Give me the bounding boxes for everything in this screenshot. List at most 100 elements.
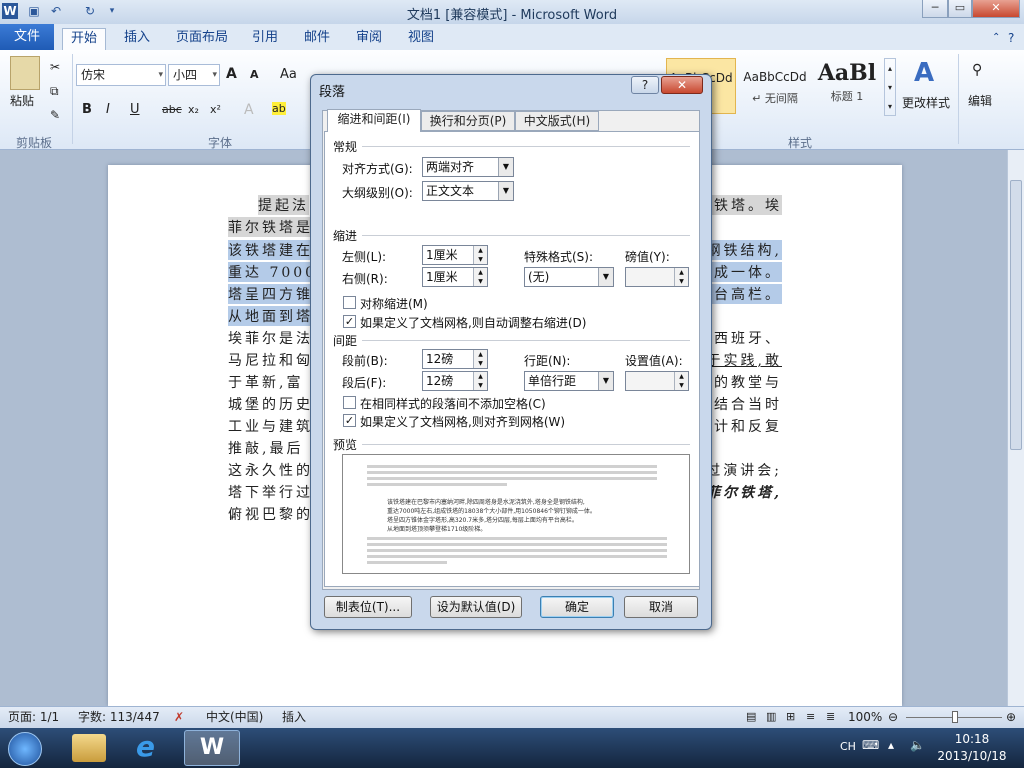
line-spacing-at-input[interactable]: ▲ ▼: [625, 371, 689, 391]
dialog-help-button[interactable]: ?: [631, 76, 659, 94]
start-button[interactable]: [8, 732, 42, 766]
minimize-button[interactable]: ─: [922, 0, 948, 18]
doc-line-right[interactable]: 于实践,敢: [707, 350, 782, 370]
language-indicator[interactable]: 中文(中国): [206, 707, 263, 727]
copy-icon[interactable]: ⧉: [50, 84, 59, 99]
spinner-icon[interactable]: ▲ ▼: [473, 350, 487, 368]
doc-line-left[interactable]: 该铁塔建在: [228, 240, 313, 260]
doc-line-left[interactable]: 推敲,最后: [228, 438, 303, 458]
indent-by-input[interactable]: ▲ ▼: [625, 267, 689, 287]
ok-button[interactable]: 确定: [540, 596, 614, 618]
close-button[interactable]: ✕: [972, 0, 1020, 18]
ie-icon[interactable]: e: [136, 732, 168, 762]
view-print-layout-icon[interactable]: ▤: [746, 707, 756, 727]
clock-date[interactable]: 2013/10/18: [936, 749, 1008, 763]
doc-line-left[interactable]: 提起法: [258, 195, 309, 215]
change-styles-label[interactable]: 更改样式: [902, 94, 950, 111]
highlight-icon[interactable]: ab: [272, 102, 286, 115]
auto-adjust-indent-checkbox[interactable]: ✓: [343, 315, 356, 328]
cut-icon[interactable]: ✂: [50, 60, 60, 74]
explorer-icon[interactable]: [72, 734, 106, 762]
paste-icon[interactable]: [10, 56, 40, 90]
change-case-button[interactable]: Aa: [280, 67, 297, 82]
doc-line-left[interactable]: 菲尔铁塔是: [228, 217, 313, 237]
tab-indents-spacing[interactable]: 缩进和间距(I): [327, 109, 421, 132]
mirror-indents-checkbox[interactable]: [343, 296, 356, 309]
zoom-in-icon[interactable]: ⊕: [1006, 707, 1016, 727]
keyboard-icon[interactable]: ⌨: [862, 738, 879, 752]
alignment-select[interactable]: 两端对齐 ▼: [422, 157, 514, 177]
paste-label[interactable]: 粘贴: [10, 92, 34, 109]
left-indent-input[interactable]: 1厘米 ▲ ▼: [422, 245, 488, 265]
doc-line-right[interactable]: 计和反复: [714, 416, 782, 436]
view-draft-icon[interactable]: ≣: [826, 707, 835, 727]
tab-line-page-breaks[interactable]: 换行和分页(P): [421, 111, 515, 131]
tab-view[interactable]: 视图: [400, 28, 442, 50]
strikethrough-button[interactable]: abc: [162, 103, 182, 116]
grow-font-button[interactable]: A: [226, 66, 237, 82]
help-icon[interactable]: ?: [1000, 28, 1022, 50]
doc-line-right[interactable]: 结合当时: [714, 394, 782, 414]
tab-references[interactable]: 引用: [244, 28, 286, 50]
view-web-icon[interactable]: ⊞: [786, 707, 795, 727]
style-no-spacing[interactable]: AaBbCcDd ↵ 无间隔: [740, 58, 810, 114]
change-styles-icon[interactable]: A: [914, 58, 934, 88]
font-name-combo[interactable]: 仿宋 ▾: [76, 64, 166, 86]
doc-line-right[interactable]: 菲尔铁塔,: [706, 482, 782, 502]
doc-line-left[interactable]: 于革新,富: [228, 372, 303, 392]
maximize-button[interactable]: ▭: [948, 0, 972, 18]
proofing-icon[interactable]: ✗: [174, 707, 184, 727]
doc-line-right[interactable]: 的教堂与: [714, 372, 782, 392]
style-heading-1[interactable]: AaBl 标题 1: [812, 58, 882, 114]
doc-line-left[interactable]: 俯视巴黎的: [228, 504, 313, 524]
word-taskbar-icon[interactable]: W: [184, 730, 240, 766]
vertical-scrollbar[interactable]: [1007, 150, 1024, 706]
space-after-input[interactable]: 12磅 ▲ ▼: [422, 371, 488, 391]
dialog-close-button[interactable]: ✕: [661, 76, 703, 94]
snap-to-grid-checkbox[interactable]: ✓: [343, 414, 356, 427]
shrink-font-button[interactable]: A: [250, 68, 259, 81]
find-icon[interactable]: ⚲: [972, 62, 982, 78]
doc-line-right[interactable]: 过演讲会;: [706, 460, 782, 480]
no-space-same-style-checkbox[interactable]: [343, 396, 356, 409]
view-full-screen-icon[interactable]: ▥: [766, 707, 776, 727]
tab-page-layout[interactable]: 页面布局: [168, 28, 236, 50]
bold-button[interactable]: B: [82, 102, 92, 117]
set-as-default-button[interactable]: 设为默认值(D): [430, 596, 522, 618]
doc-line-left[interactable]: 塔下举行过: [228, 482, 313, 502]
spinner-icon[interactable]: ▲ ▼: [674, 268, 688, 286]
superscript-button[interactable]: x²: [210, 103, 221, 116]
doc-line-right[interactable]: 钢铁结构,: [706, 240, 782, 260]
clock-time[interactable]: 10:18: [936, 732, 1008, 746]
tab-review[interactable]: 审阅: [348, 28, 390, 50]
zoom-slider-thumb[interactable]: [952, 711, 958, 723]
text-effects-icon[interactable]: A: [244, 102, 254, 118]
doc-line-left[interactable]: 城堡的历史: [228, 394, 313, 414]
zoom-level[interactable]: 100%: [848, 707, 882, 727]
styles-scroll-icon[interactable]: ▴ ▾ ▾: [884, 58, 896, 116]
spinner-icon[interactable]: ▲ ▼: [674, 372, 688, 390]
tab-insert[interactable]: 插入: [116, 28, 158, 50]
doc-line-left[interactable]: 塔呈四方锥: [228, 284, 313, 304]
outline-level-select[interactable]: 正文文本 ▼: [422, 181, 514, 201]
spinner-icon[interactable]: ▲ ▼: [473, 372, 487, 390]
format-painter-icon[interactable]: ✎: [50, 108, 60, 122]
underline-button[interactable]: U: [130, 102, 140, 117]
tab-asian-typography[interactable]: 中文版式(H): [515, 111, 599, 131]
view-outline-icon[interactable]: ≡: [806, 707, 815, 727]
spinner-icon[interactable]: ▲ ▼: [473, 268, 487, 286]
doc-line-left[interactable]: 马尼拉和匈: [228, 350, 313, 370]
right-indent-input[interactable]: 1厘米 ▲ ▼: [422, 267, 488, 287]
subscript-button[interactable]: x₂: [188, 103, 199, 116]
tab-home[interactable]: 开始: [62, 28, 107, 50]
spinner-icon[interactable]: ▲ ▼: [473, 246, 487, 264]
doc-line-left[interactable]: 这永久性的: [228, 460, 313, 480]
italic-button[interactable]: I: [106, 102, 110, 117]
cancel-button[interactable]: 取消: [624, 596, 698, 618]
scrollbar-thumb[interactable]: [1010, 180, 1022, 450]
zoom-out-icon[interactable]: ⊖: [888, 707, 898, 727]
font-size-combo[interactable]: 小四 ▾: [168, 64, 220, 86]
tab-file[interactable]: 文件: [0, 24, 54, 50]
tray-arrow-icon[interactable]: ▴: [888, 738, 894, 752]
volume-icon[interactable]: 🔈: [910, 738, 925, 752]
